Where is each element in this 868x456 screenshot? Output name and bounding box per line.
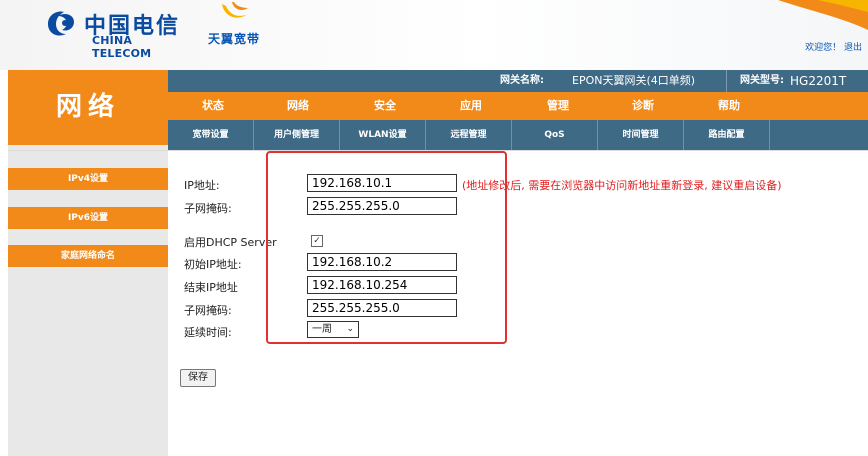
save-button[interactable]: 保存 xyxy=(180,369,216,387)
dhcp-subnet-mask-label: 子网掩码: xyxy=(184,304,232,317)
dhcp-server-label: 启用DHCP Server xyxy=(184,236,277,249)
sub-nav: 宽带设置 用户侧管理 WLAN设置 远程管理 QoS 时间管理 路由配置 xyxy=(168,120,868,150)
logo-english-name: CHINA TELECOM xyxy=(92,34,152,60)
sidebar-item-ipv4[interactable]: IPv4设置 xyxy=(8,168,168,190)
section-title: 网络 xyxy=(8,70,168,145)
tab-diagnostics[interactable]: 诊断 xyxy=(598,92,688,120)
gateway-model-value: HG2201T xyxy=(790,74,847,88)
tab-applications[interactable]: 应用 xyxy=(426,92,516,120)
subtab-broadband-settings[interactable]: 宽带设置 xyxy=(168,120,254,150)
start-ip-label: 初始IP地址: xyxy=(184,258,242,271)
sidebar-item-home-network-name[interactable]: 家庭网络命名 xyxy=(8,245,168,267)
tab-status[interactable]: 状态 xyxy=(168,92,258,120)
tianyi-broadband-text: 天翼宽带 xyxy=(208,32,261,46)
subtab-qos[interactable]: QoS xyxy=(512,120,598,150)
gateway-info-divider xyxy=(726,70,727,92)
tianyi-broadband-logo: 天翼宽带 xyxy=(206,0,276,48)
subnet-mask-label: 子网掩码: xyxy=(184,202,232,215)
gateway-name-value: EPON天翼网关(4口单频) xyxy=(572,74,696,87)
tab-help[interactable]: 帮助 xyxy=(684,92,774,120)
china-telecom-logo: 中国电信 CHINA TELECOM xyxy=(44,6,194,60)
china-telecom-mark-icon xyxy=(48,11,74,36)
subtab-lan-management[interactable]: 用户侧管理 xyxy=(254,120,340,150)
highlight-annotation-box xyxy=(266,151,507,344)
tab-security[interactable]: 安全 xyxy=(340,92,430,120)
tab-management[interactable]: 管理 xyxy=(513,92,603,120)
header-decoration xyxy=(778,0,868,30)
ip-change-hint: (地址修改后, 需要在浏览器中访问新地址重新登录, 建议重启设备) xyxy=(462,179,782,192)
welcome-logout-link[interactable]: 欢迎您！ 退出 xyxy=(805,40,862,53)
gateway-model-label: 网关型号: xyxy=(740,75,784,86)
subtab-time-management[interactable]: 时间管理 xyxy=(598,120,684,150)
end-ip-label: 结束IP地址 xyxy=(184,281,238,294)
tab-network[interactable]: 网络 xyxy=(253,92,343,120)
subtab-wlan-settings[interactable]: WLAN设置 xyxy=(340,120,426,150)
header: 中国电信 CHINA TELECOM 天翼宽带 欢迎您！ 退出 xyxy=(0,0,868,70)
subtab-route-config[interactable]: 路由配置 xyxy=(684,120,770,150)
ip-address-label: IP地址: xyxy=(184,179,220,192)
subtab-remote-management[interactable]: 远程管理 xyxy=(426,120,512,150)
lease-time-label: 延续时间: xyxy=(184,326,232,339)
main-nav: 状态 网络 安全 应用 管理 诊断 帮助 xyxy=(168,92,868,120)
tianyi-swoosh-icon xyxy=(222,2,248,18)
sidebar-item-ipv6[interactable]: IPv6设置 xyxy=(8,207,168,229)
gateway-name-label: 网关名称: xyxy=(500,75,544,86)
